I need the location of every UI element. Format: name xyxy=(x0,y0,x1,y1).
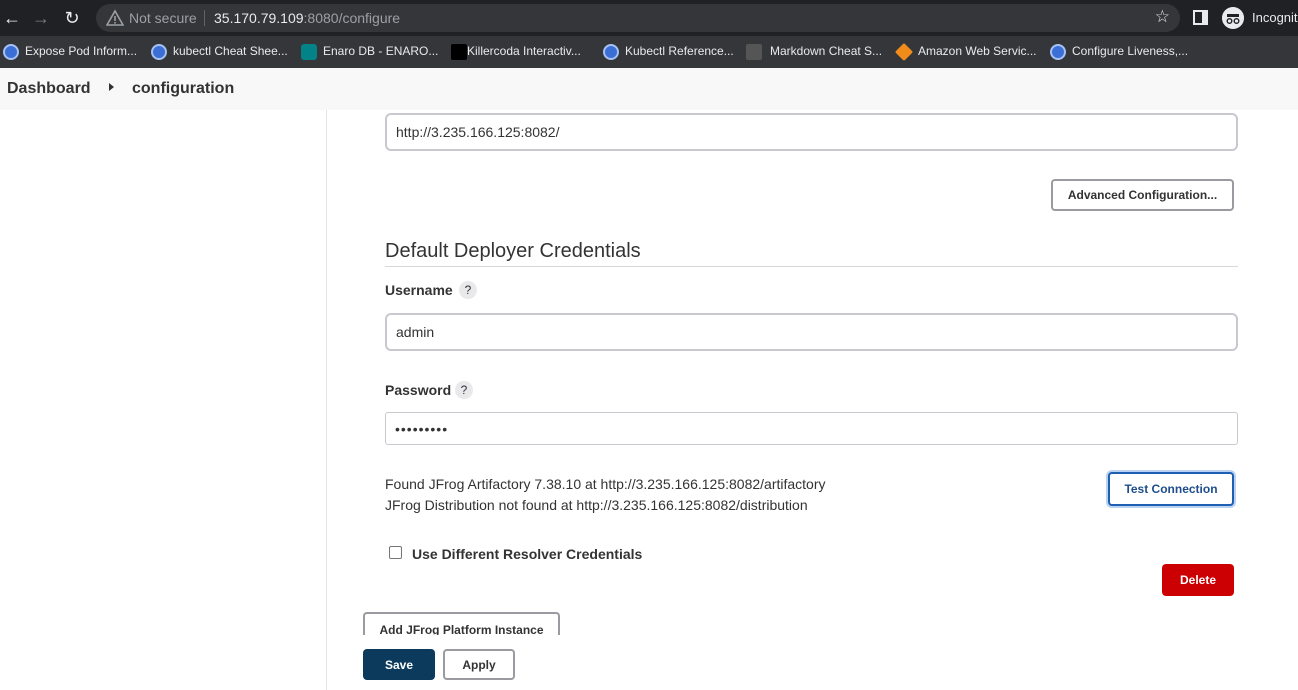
bookmark-label: Configure Liveness,... xyxy=(1072,44,1189,58)
username-field[interactable]: admin xyxy=(385,313,1238,351)
sidebar-divider xyxy=(326,110,327,690)
bookmark-label: Kubectl Reference... xyxy=(625,44,734,58)
status-not-found-text: JFrog Distribution not found at http://3… xyxy=(385,497,808,513)
browser-toolbar: ← → ↻ Not secure 35.170.79.109:8080/conf… xyxy=(0,0,1298,36)
password-field[interactable]: ••••••••• xyxy=(385,412,1238,445)
password-help-icon[interactable]: ? xyxy=(455,381,473,399)
bookmark-label: Enaro DB - ENARO... xyxy=(323,44,439,58)
resolver-credentials-label[interactable]: Use Different Resolver Credentials xyxy=(412,546,642,562)
aws-icon xyxy=(894,42,914,62)
back-icon[interactable]: ← xyxy=(0,6,24,30)
apply-button[interactable]: Apply xyxy=(443,649,515,680)
status-found-text: Found JFrog Artifactory 7.38.10 at http:… xyxy=(385,476,826,492)
kubernetes-icon xyxy=(603,44,619,60)
bookmarks-bar: Expose Pod Inform... kubectl Cheat Shee.… xyxy=(0,36,1298,68)
resolver-credentials-checkbox[interactable] xyxy=(389,546,402,559)
reload-icon[interactable]: ↻ xyxy=(60,6,84,30)
bookmark-star-icon[interactable]: ☆ xyxy=(1155,7,1170,27)
breadcrumb-dashboard[interactable]: Dashboard xyxy=(7,80,91,98)
kubernetes-icon xyxy=(3,44,19,60)
password-label: Password xyxy=(385,382,452,398)
incognito-label: Incognito xyxy=(1252,10,1298,25)
test-connection-button[interactable]: Test Connection xyxy=(1108,472,1234,506)
breadcrumb-chevron-icon[interactable] xyxy=(109,83,114,91)
server-url-field[interactable]: http://3.235.166.125:8082/ xyxy=(385,113,1238,151)
bookmark-label: Killercoda Interactiv... xyxy=(467,44,581,58)
breadcrumb-configuration[interactable]: configuration xyxy=(132,80,234,98)
url-text[interactable]: 35.170.79.109:8080/configure xyxy=(214,10,400,26)
sharepoint-icon xyxy=(301,44,317,60)
advanced-configuration-button[interactable]: Advanced Configuration... xyxy=(1051,179,1234,211)
omnibox-divider xyxy=(204,10,205,26)
username-help-icon[interactable]: ? xyxy=(459,281,477,299)
killercoda-icon xyxy=(451,44,467,60)
delete-button[interactable]: Delete xyxy=(1162,564,1234,596)
section-divider xyxy=(385,266,1238,267)
side-panel-icon[interactable] xyxy=(1193,10,1208,25)
kubernetes-icon xyxy=(1050,44,1066,60)
forward-icon[interactable]: → xyxy=(29,6,53,30)
not-secure-label: Not secure xyxy=(129,10,197,26)
section-title: Default Deployer Credentials xyxy=(385,240,641,262)
url-path: :8080/configure xyxy=(303,10,401,26)
incognito-icon xyxy=(1222,7,1244,29)
bookmark-label: kubectl Cheat Shee... xyxy=(173,44,288,58)
save-button[interactable]: Save xyxy=(363,649,435,680)
kubernetes-icon xyxy=(151,44,167,60)
url-host: 35.170.79.109 xyxy=(214,10,304,26)
username-label: Username xyxy=(385,282,453,298)
markdown-icon xyxy=(746,44,762,60)
bookmark-label: Expose Pod Inform... xyxy=(25,44,138,58)
breadcrumb: Dashboard configuration xyxy=(0,68,1298,110)
address-bar[interactable]: Not secure 35.170.79.109:8080/configure … xyxy=(96,4,1180,32)
warning-icon xyxy=(106,9,124,26)
bookmark-label: Amazon Web Servic... xyxy=(918,44,1037,58)
bookmark-label: Markdown Cheat S... xyxy=(770,44,883,58)
